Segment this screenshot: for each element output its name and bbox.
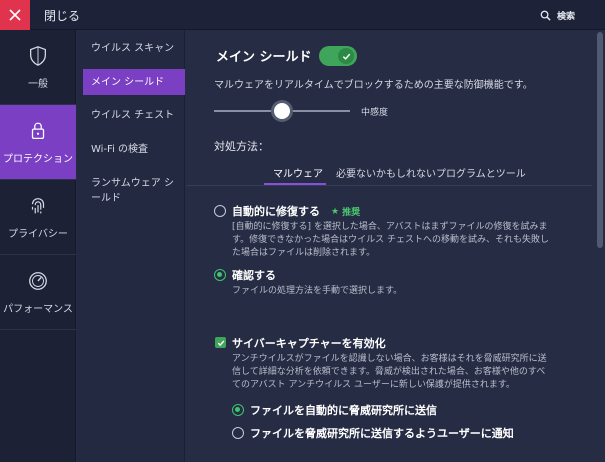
desc-line: た場合はファイルは削除されます。 xyxy=(232,248,376,258)
main-panel: メイン シールド マルウェアをリアルタイムでブロックするための主要な防御機能です… xyxy=(186,30,592,462)
toggle-knob xyxy=(338,48,354,64)
scrollbar-thumb[interactable] xyxy=(597,32,603,248)
option-auto-fix-description: [自動的に修復する] を選択した場合、アバストはまずファイルの修復を試みま す。… xyxy=(232,221,549,260)
title-bar: 閉じる 検索 xyxy=(0,0,605,30)
shield-icon xyxy=(30,45,46,66)
close-label[interactable]: 閉じる xyxy=(44,7,80,24)
tab-malware[interactable]: マルウェア xyxy=(273,165,323,180)
option-ask-label[interactable]: 確認する xyxy=(232,267,276,283)
lock-icon xyxy=(31,122,45,139)
subnav-item-virus-chest[interactable]: ウイルス チェスト xyxy=(83,108,185,123)
subnav-item-label: メイン シールド xyxy=(91,76,165,88)
star-icon: ★ xyxy=(331,206,340,217)
tab-pup[interactable]: 必要ないかもしれないプログラムとツール xyxy=(336,165,526,180)
nav-item-label: プライバシー xyxy=(8,228,68,240)
nav-item-protection[interactable]: プロテクション xyxy=(0,105,76,180)
active-tab-indicator xyxy=(264,183,326,185)
option-auto-fix-label[interactable]: 自動的に修復する xyxy=(232,203,320,219)
search-label: 検索 xyxy=(556,12,575,22)
nav-item-performance[interactable]: パフォーマンス xyxy=(0,255,76,330)
desc-line: 信して詳細な分析を依頼できます。脅威が検出された場合、お客様や他のすべ xyxy=(232,367,546,377)
desc-line: ファイルの処理方法を手動で選択します。 xyxy=(232,286,403,296)
cybercapture-checkbox[interactable] xyxy=(215,337,226,348)
search-button[interactable]: 検索 xyxy=(540,9,575,22)
tab-divider xyxy=(186,185,592,186)
sensitivity-slider-handle[interactable] xyxy=(274,103,290,119)
recommended-badge: ★ 推奨 xyxy=(331,205,361,219)
radio-auto-submit[interactable] xyxy=(232,404,244,416)
cybercapture-label[interactable]: サイバーキャプチャーを有効化 xyxy=(232,335,386,351)
subnav-item-wifi-inspector[interactable]: Wi-Fi の検査 xyxy=(83,142,185,157)
scrollbar[interactable] xyxy=(594,30,605,462)
left-navigation: 一般 プロテクション プライバシー パフォーマンス xyxy=(0,30,76,462)
checkmark-icon xyxy=(342,53,350,60)
subnav-item-ransomware-shield[interactable]: ランサムウェア シールド xyxy=(83,176,175,206)
close-icon xyxy=(9,9,21,21)
search-icon xyxy=(540,10,551,21)
sensitivity-label: 中感度 xyxy=(361,108,389,118)
desc-line: す。修復できなかった場合はウイルス チェストへの移動を試み、それも失敗し xyxy=(232,235,549,245)
close-button[interactable] xyxy=(0,0,30,30)
sub-navigation: ウイルス スキャン メイン シールド ウイルス チェスト Wi-Fi の検査 ラ… xyxy=(77,30,185,462)
option-ask-description: ファイルの処理方法を手動で選択します。 xyxy=(232,285,402,298)
radio-auto-fix[interactable] xyxy=(214,205,226,217)
notify-user-label[interactable]: ファイルを脅威研究所に送信するようユーザーに通知 xyxy=(250,425,514,441)
nav-item-label: パフォーマンス xyxy=(3,303,73,315)
subnav-item-main-shield[interactable]: メイン シールド xyxy=(83,69,185,95)
subnav-item-virus-scan[interactable]: ウイルス スキャン xyxy=(83,41,185,56)
nav-item-general[interactable]: 一般 xyxy=(0,30,76,105)
nav-item-label: 一般 xyxy=(28,78,48,90)
radio-notify-user[interactable] xyxy=(232,427,244,439)
desc-line: アンチウイルスがファイルを認識しない場合、お客様はそれを脅威研究所に送 xyxy=(232,354,547,364)
shield-description: マルウェアをリアルタイムでブロックするための主要な防御機能です。 xyxy=(214,80,533,91)
speedometer-icon xyxy=(29,271,47,290)
cybercapture-description: アンチウイルスがファイルを認識しない場合、お客様はそれを脅威研究所に送 信して詳… xyxy=(232,353,547,392)
desc-line: てのアバスト アンチウイルス ユーザーに新しい保護が提供されます。 xyxy=(232,380,515,390)
fingerprint-icon xyxy=(31,197,45,213)
radio-ask[interactable] xyxy=(214,269,226,281)
auto-submit-label[interactable]: ファイルを自動的に脅威研究所に送信 xyxy=(250,402,437,418)
main-shield-toggle[interactable] xyxy=(319,46,357,66)
recommended-label: 推奨 xyxy=(342,208,361,218)
page-title: メイン シールド xyxy=(216,50,312,65)
desc-line: [自動的に修復する] を選択した場合、アバストはまずファイルの修復を試みま xyxy=(232,222,548,232)
handling-method-label: 対処方法： xyxy=(214,140,269,153)
nav-item-label: プロテクション xyxy=(3,153,73,165)
checkmark-icon xyxy=(217,339,224,346)
nav-item-privacy[interactable]: プライバシー xyxy=(0,180,76,255)
